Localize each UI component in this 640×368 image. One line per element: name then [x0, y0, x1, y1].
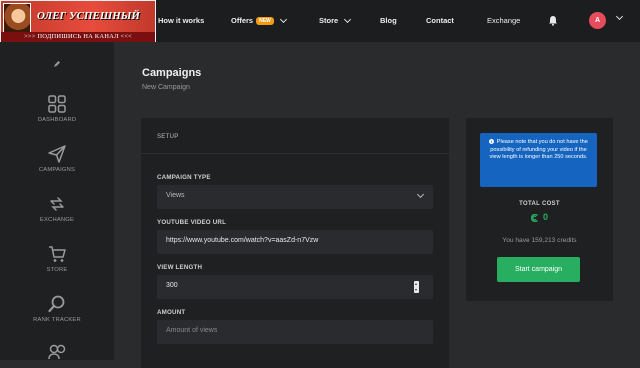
page-title: Campaigns — [142, 67, 202, 79]
bell-icon[interactable] — [548, 15, 558, 26]
info-icon: i — [489, 139, 495, 145]
amount-input[interactable]: Amount of views — [157, 320, 433, 344]
video-url-input[interactable]: https://www.youtube.com/watch?v=aasZd-n7… — [157, 230, 433, 254]
sidebar-item-exchange[interactable]: EXCHANGE — [0, 194, 114, 223]
nav-contact[interactable]: Contact — [426, 16, 454, 25]
amount-label: AMOUNT — [157, 309, 186, 316]
send-icon — [48, 145, 66, 163]
sidebar-item-label: CAMPAIGNS — [38, 167, 76, 173]
sidebar-item-dashboard[interactable]: DASHBOARD — [0, 94, 114, 123]
channel-overlay-banner: ОЛЕГ УСПЕШНЫЙ >>> ПОДПИШИСЬ НА КАНАЛ <<< — [0, 0, 156, 42]
chevron-down-icon — [344, 15, 352, 23]
cart-icon — [49, 246, 66, 262]
total-cost-number: 0 — [542, 212, 548, 222]
nav-label: Blog — [380, 16, 397, 25]
nav-label: Offers — [231, 16, 254, 25]
number-stepper-icon[interactable] — [414, 281, 419, 293]
channel-avatar — [3, 3, 31, 35]
subscribe-text: >>> ПОДПИШИСЬ НА КАНАЛ <<< — [1, 32, 155, 42]
nav-offers[interactable]: Offers NEW — [231, 15, 287, 25]
sidebar-item-campaigns[interactable]: CAMPAIGNS — [0, 144, 114, 173]
sidebar-item-label: EXCHANGE — [39, 217, 75, 223]
chevron-down-icon — [279, 15, 287, 23]
channel-name: ОЛЕГ УСПЕШНЫЙ — [37, 10, 140, 22]
nav-exchange[interactable]: Exchange — [487, 16, 520, 25]
nav-label: Store — [319, 16, 339, 25]
video-url-value: https://www.youtube.com/watch?v=aasZd-n7… — [166, 237, 319, 244]
search-icon — [48, 295, 65, 313]
sidebar-item-label: DASHBOARD — [37, 117, 77, 123]
nav-blog[interactable]: Blog — [380, 16, 397, 25]
main-content: Campaigns New Campaign SETUP CAMPAIGN TY… — [114, 42, 640, 368]
view-length-value: 300 — [166, 282, 178, 289]
user-avatar[interactable]: A — [589, 12, 606, 29]
campaign-type-label: CAMPAIGN TYPE — [157, 174, 211, 181]
top-navbar: ОЛЕГ УСПЕШНЫЙ >>> ПОДПИШИСЬ НА КАНАЛ <<<… — [0, 0, 640, 42]
campaign-type-value: Views — [166, 192, 185, 199]
new-badge: NEW — [256, 16, 274, 25]
campaign-type-select[interactable]: Views — [157, 185, 433, 209]
setup-card: SETUP CAMPAIGN TYPE Views YOUTUBE VIDEO … — [141, 118, 449, 368]
view-length-input[interactable]: 300 — [157, 275, 433, 299]
breadcrumb: New Campaign — [142, 84, 190, 91]
users-icon[interactable] — [47, 344, 67, 360]
chevron-down-icon — [416, 190, 425, 199]
sidebar-item-label: RANK TRACKER — [33, 317, 81, 323]
video-url-label: YOUTUBE VIDEO URL — [157, 219, 227, 226]
exchange-icon — [50, 197, 64, 211]
total-cost-value: 0 — [466, 212, 613, 223]
view-length-label: VIEW LENGTH — [157, 264, 203, 271]
refund-notice: i Please note that you do not have the p… — [480, 133, 597, 187]
sidebar-item-rank-tracker[interactable]: RANK TRACKER — [0, 294, 114, 323]
sidebar-item-label: STORE — [46, 267, 68, 273]
notice-text: Please note that you do not have the pos… — [489, 139, 588, 161]
total-cost-label: TOTAL COST — [519, 201, 560, 207]
nav-label: How it works — [158, 16, 205, 25]
cost-card: i Please note that you do not have the p… — [466, 118, 613, 301]
nav-label: Exchange — [487, 16, 521, 25]
start-campaign-button[interactable]: Start campaign — [497, 257, 580, 282]
sidebar-item-store[interactable]: STORE — [0, 244, 114, 273]
credits-icon — [530, 213, 538, 223]
grid-icon — [48, 95, 66, 113]
nav-label: Contact — [426, 16, 454, 25]
setup-heading: SETUP — [141, 118, 449, 154]
credits-balance: You have 159,213 credits — [502, 237, 577, 244]
amount-placeholder: Amount of views — [166, 327, 218, 334]
user-menu-chevron-icon[interactable] — [615, 12, 624, 21]
nav-how-it-works[interactable]: How it works — [158, 16, 204, 25]
pencil-icon[interactable] — [53, 60, 61, 68]
sidebar: DASHBOARD CAMPAIGNS EXCHANGE STORE RANK … — [0, 42, 114, 360]
nav-store[interactable]: Store — [319, 15, 352, 25]
